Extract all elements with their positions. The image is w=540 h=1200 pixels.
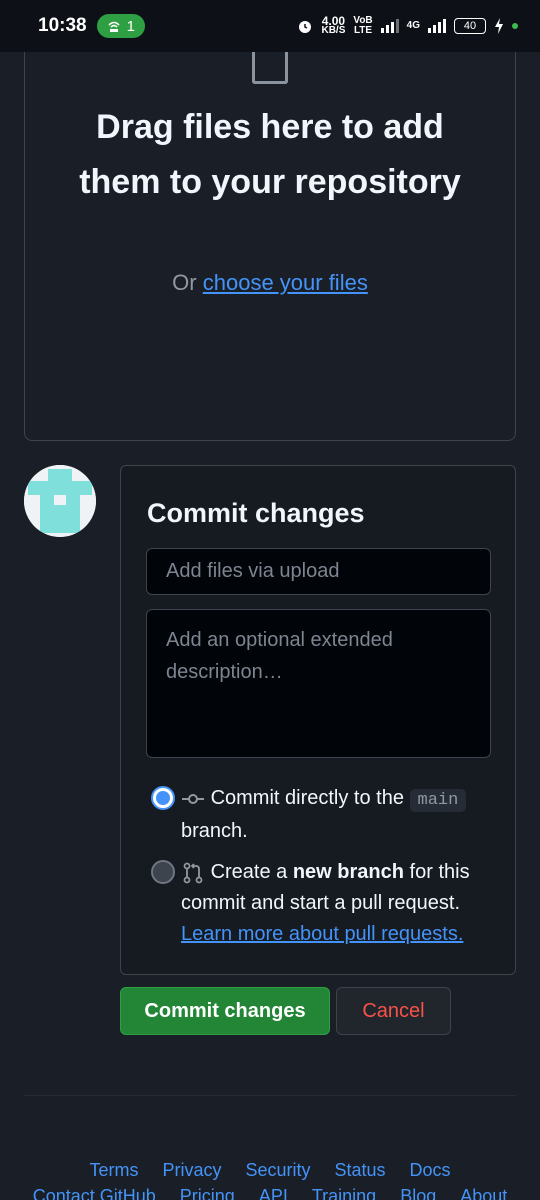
footer-link-training[interactable]: Training: [312, 1186, 376, 1200]
footer-links-row-2: Contact GitHub Pricing API Training Blog…: [0, 1186, 540, 1200]
battery-level: 40: [463, 20, 477, 32]
file-dropzone[interactable]: [24, 30, 516, 441]
git-commit-icon: [182, 793, 204, 804]
signal-icon: [380, 19, 399, 33]
avatar[interactable]: [24, 465, 96, 537]
network-speed: 4.00 KB/S: [321, 15, 346, 36]
notification-dot: [512, 23, 518, 29]
alarm-icon: [299, 21, 312, 33]
option-new-branch[interactable]: Create a new branch for this commit and …: [151, 857, 491, 950]
commit-title: Commit changes: [147, 498, 365, 528]
radio-new-branch[interactable]: [151, 860, 175, 884]
network-label: 4G: [406, 20, 420, 31]
status-bar: 10:38 1 4.00 KB/S VoB LTE 4G 40: [0, 0, 540, 52]
or-text: Or: [172, 270, 197, 295]
speed-unit: KB/S: [321, 25, 346, 36]
footer-link-api[interactable]: API: [259, 1186, 288, 1200]
hotspot-badge: 1: [96, 14, 145, 38]
commit-description-input[interactable]: [146, 609, 491, 758]
new-branch-bold: new branch: [292, 861, 404, 883]
branch-name: main: [409, 789, 467, 812]
new-branch-prefix: Create a: [210, 861, 288, 883]
learn-more-link[interactable]: Learn more about pull requests.: [181, 923, 463, 945]
volte-indicator: VoB LTE: [353, 16, 372, 36]
hotspot-count: 1: [126, 17, 135, 35]
footer-link-terms[interactable]: Terms: [89, 1160, 138, 1181]
radio-commit-direct[interactable]: [151, 786, 175, 810]
footer-link-docs[interactable]: Docs: [410, 1160, 451, 1181]
hotspot-icon: [108, 21, 120, 32]
footer-link-privacy[interactable]: Privacy: [162, 1160, 221, 1181]
dropzone-title: Drag files here to add them to your repo…: [79, 108, 461, 201]
file-icon: [252, 50, 288, 84]
commit-direct-suffix: branch.: [181, 820, 248, 842]
footer-link-pricing[interactable]: Pricing: [180, 1186, 235, 1200]
footer-link-security[interactable]: Security: [245, 1160, 310, 1181]
commit-direct-text: Commit directly to the: [210, 787, 404, 809]
signal-icon-2: [428, 19, 446, 33]
footer-link-about[interactable]: About: [460, 1186, 507, 1200]
pull-request-icon: [183, 862, 203, 884]
volte-bottom: LTE: [353, 25, 373, 36]
cancel-button[interactable]: Cancel: [336, 987, 451, 1035]
commit-panel: Commit changes Commit directly to the ma…: [120, 465, 516, 975]
network-type: 4G: [407, 21, 420, 31]
footer-link-blog[interactable]: Blog: [400, 1186, 436, 1200]
commit-changes-button[interactable]: Commit changes: [120, 987, 330, 1035]
status-time: 10:38: [38, 15, 87, 36]
footer-links-row-1: Terms Privacy Security Status Docs: [0, 1160, 540, 1181]
footer-divider: [24, 1095, 516, 1096]
charging-icon: [495, 18, 503, 34]
commit-summary-input[interactable]: [146, 548, 491, 595]
footer-link-status[interactable]: Status: [335, 1160, 386, 1181]
choose-files-link[interactable]: choose your files: [203, 270, 368, 295]
option-commit-direct[interactable]: Commit directly to the main branch.: [151, 783, 491, 847]
footer-link-contact[interactable]: Contact GitHub: [33, 1186, 156, 1200]
dropzone-subtitle: Or choose your files: [0, 270, 540, 296]
battery-icon: 40: [454, 18, 486, 34]
